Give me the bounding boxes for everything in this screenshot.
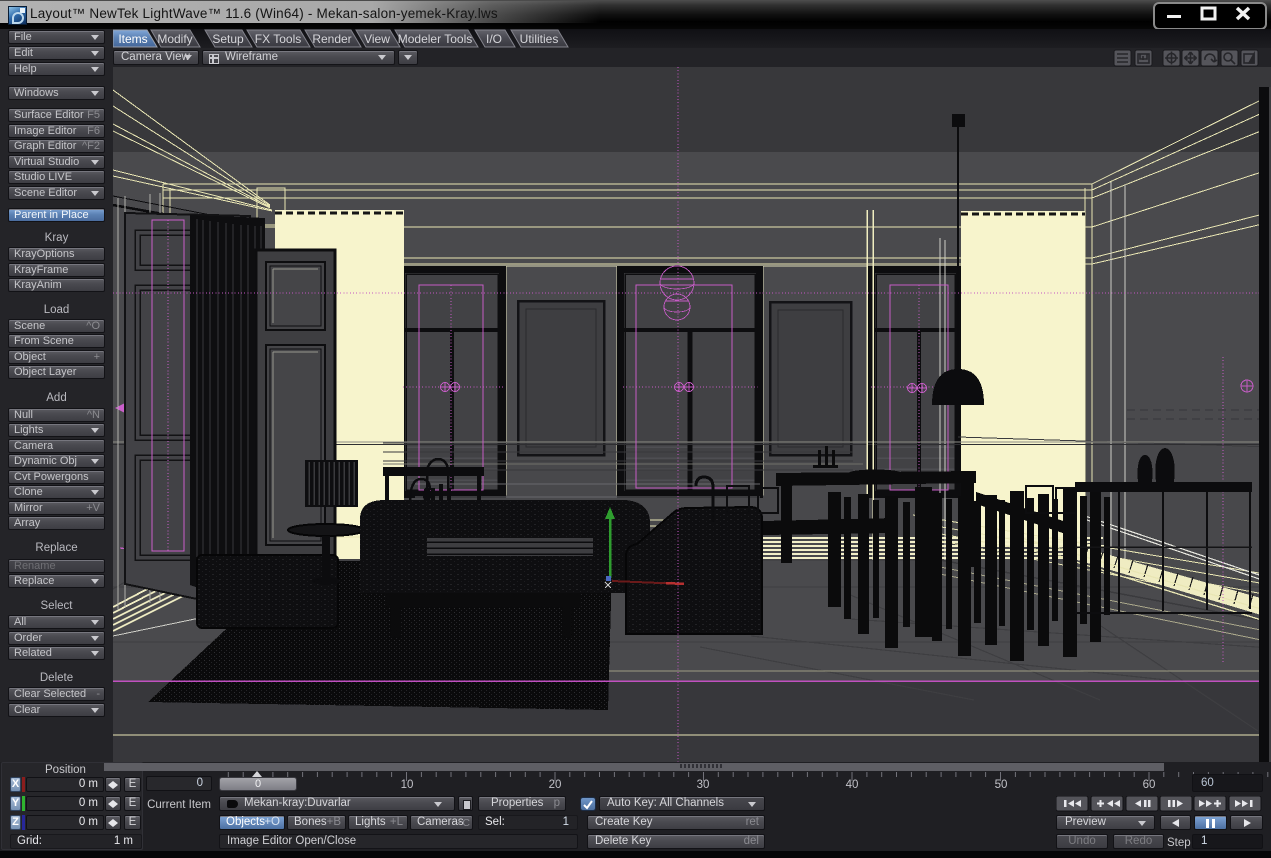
svg-text:FX Tools: FX Tools [255, 32, 301, 46]
svg-text:I/O: I/O [486, 32, 502, 46]
svg-text:Utilities: Utilities [520, 32, 559, 46]
svg-text:Modeler Tools: Modeler Tools [398, 32, 472, 46]
svg-text:Setup: Setup [212, 32, 244, 46]
svg-text:Items: Items [118, 32, 147, 46]
svg-text:View: View [364, 32, 390, 46]
svg-text:Render: Render [312, 32, 351, 46]
svg-text:Modify: Modify [157, 32, 192, 46]
